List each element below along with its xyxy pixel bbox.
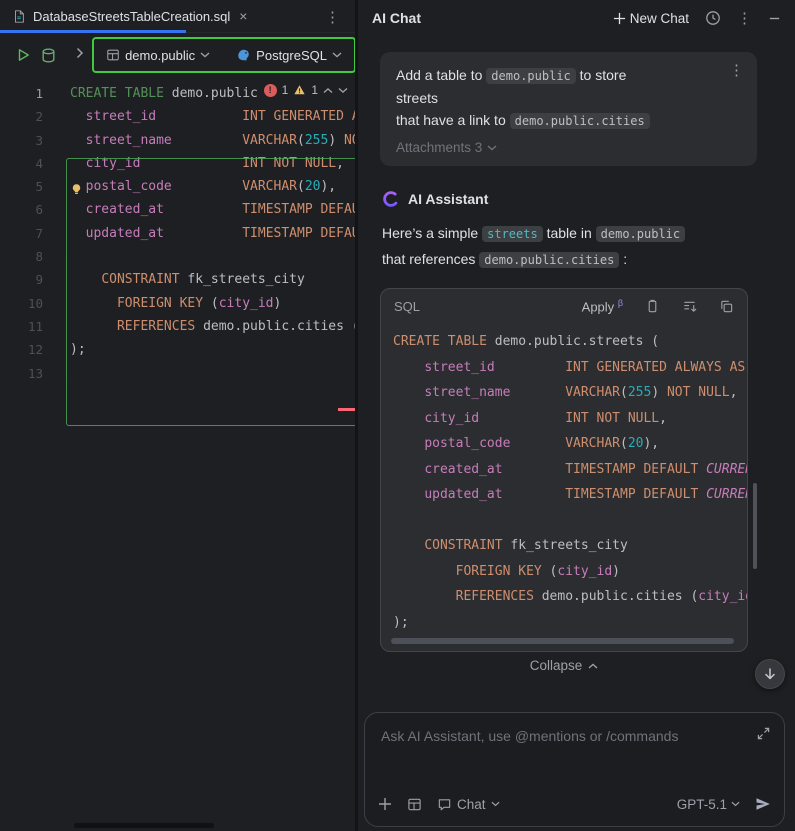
error-count: 1 xyxy=(282,83,289,97)
code-language-label: SQL xyxy=(394,299,560,314)
attach-table-icon[interactable] xyxy=(407,797,422,812)
tab-title: DatabaseStreetsTableCreation.sql xyxy=(33,9,230,24)
chevron-down-icon xyxy=(487,145,497,151)
ide-window: DatabaseStreetsTableCreation.sql × ⋮ xyxy=(0,0,795,831)
tab-close-icon[interactable]: × xyxy=(239,9,247,23)
schema-icon xyxy=(106,48,120,62)
intention-lightbulb-icon[interactable] xyxy=(70,182,83,202)
model-select[interactable]: GPT-5.1 xyxy=(677,797,740,812)
next-problem-icon[interactable] xyxy=(338,87,348,94)
code-block-content[interactable]: CREATE TABLE demo.public.streets ( stree… xyxy=(393,329,747,633)
editor-code-lines: CREATE TABLE demo.public.streets ( stree… xyxy=(70,82,356,385)
attachments-label: Attachments 3 xyxy=(396,140,482,155)
send-button[interactable] xyxy=(755,796,771,812)
chat-mode-label: Chat xyxy=(457,797,486,812)
arrow-down-icon xyxy=(763,667,777,681)
inspection-widget: ! 1 1 xyxy=(258,80,354,100)
chat-bubble-icon xyxy=(437,797,452,812)
collapse-label: Collapse xyxy=(530,658,583,673)
send-plane-icon xyxy=(755,796,771,812)
apply-button[interactable]: Apply β xyxy=(582,298,623,314)
expand-input-icon[interactable] xyxy=(757,727,770,740)
dialect-label: PostgreSQL xyxy=(256,48,327,63)
prev-problem-icon[interactable] xyxy=(323,87,333,94)
chat-input-box: Ask AI Assistant, use @mentions or /comm… xyxy=(364,712,785,827)
editor-tabbar: DatabaseStreetsTableCreation.sql × ⋮ xyxy=(0,0,356,33)
add-context-icon[interactable] xyxy=(378,797,392,811)
code-editor[interactable]: 12345678910111213 CREATE TABLE demo.publ… xyxy=(0,77,356,831)
tabbar-kebab-icon[interactable]: ⋮ xyxy=(325,8,340,26)
editor-gutter: 12345678910111213 xyxy=(0,82,52,385)
collapse-code-button[interactable]: Collapse xyxy=(380,658,748,673)
copy-to-clipboard-icon[interactable] xyxy=(645,299,660,314)
editor-panel: DatabaseStreetsTableCreation.sql × ⋮ xyxy=(0,0,356,831)
assistant-header-row: AI Assistant xyxy=(382,190,488,208)
model-label: GPT-5.1 xyxy=(677,797,727,812)
warning-icon[interactable] xyxy=(293,84,306,96)
chat-panel-title: AI Chat xyxy=(372,10,613,26)
chat-vertical-scrollbar[interactable] xyxy=(753,483,757,569)
assistant-message-text: Here’s a simple streets table in demo.pu… xyxy=(382,221,768,273)
beta-badge: β xyxy=(618,298,623,308)
user-message-card: Add a table to demo.public to storestree… xyxy=(380,52,757,166)
editor-horizontal-scrollbar[interactable] xyxy=(74,823,214,828)
editor-toolbar: demo.public PostgreSQL xyxy=(0,33,356,77)
postgresql-icon xyxy=(236,48,251,63)
assistant-code-block: SQL Apply β CREATE TABLE demo.public.str… xyxy=(380,288,748,652)
run-button[interactable] xyxy=(12,43,34,67)
chevron-down-icon xyxy=(491,801,500,807)
chat-input[interactable]: Ask AI Assistant, use @mentions or /comm… xyxy=(381,728,678,744)
schema-dropdown[interactable]: demo.public xyxy=(106,48,210,63)
warning-count: 1 xyxy=(311,83,318,97)
chat-mode-select[interactable]: Chat xyxy=(437,797,500,812)
code-block-horizontal-scrollbar[interactable] xyxy=(391,638,734,644)
message-kebab-icon[interactable]: ⋮ xyxy=(729,61,744,79)
scroll-to-bottom-button[interactable] xyxy=(755,659,785,689)
schema-label: demo.public xyxy=(125,48,195,63)
copy-snippet-icon[interactable] xyxy=(719,299,734,314)
sql-file-icon xyxy=(12,9,26,24)
tab-sql-file[interactable]: DatabaseStreetsTableCreation.sql × xyxy=(0,0,257,32)
error-icon[interactable]: ! xyxy=(264,84,277,97)
code-block-header: SQL Apply β xyxy=(381,289,747,323)
chevron-up-icon xyxy=(588,663,598,669)
chat-header: AI Chat New Chat ⋮ xyxy=(358,0,795,36)
history-clock-icon[interactable] xyxy=(705,10,721,26)
chevron-down-icon xyxy=(332,52,342,58)
user-message-text: Add a table to demo.public to storestree… xyxy=(396,64,726,132)
chat-options-kebab-icon[interactable]: ⋮ xyxy=(737,9,752,27)
schema-selector-annotation: demo.public PostgreSQL xyxy=(92,37,356,73)
ai-assistant-logo-icon xyxy=(382,190,400,208)
ai-chat-panel: AI Chat New Chat ⋮ Add a table to demo.p… xyxy=(358,0,795,831)
error-underline xyxy=(338,408,356,411)
attachments-toggle[interactable]: Attachments 3 xyxy=(396,140,497,155)
chevron-down-icon xyxy=(731,801,740,807)
new-chat-button[interactable]: New Chat xyxy=(613,11,689,26)
new-chat-label: New Chat xyxy=(630,11,689,26)
attach-console-button[interactable] xyxy=(38,43,60,67)
chevron-down-icon xyxy=(200,52,210,58)
breadcrumb-chevron-icon xyxy=(75,46,84,64)
input-toolbar: Chat GPT-5.1 xyxy=(378,791,771,817)
dialect-dropdown[interactable]: PostgreSQL xyxy=(236,48,342,63)
minimize-panel-icon[interactable] xyxy=(768,12,781,25)
assistant-name: AI Assistant xyxy=(408,191,488,207)
insert-at-caret-icon[interactable] xyxy=(682,299,697,314)
